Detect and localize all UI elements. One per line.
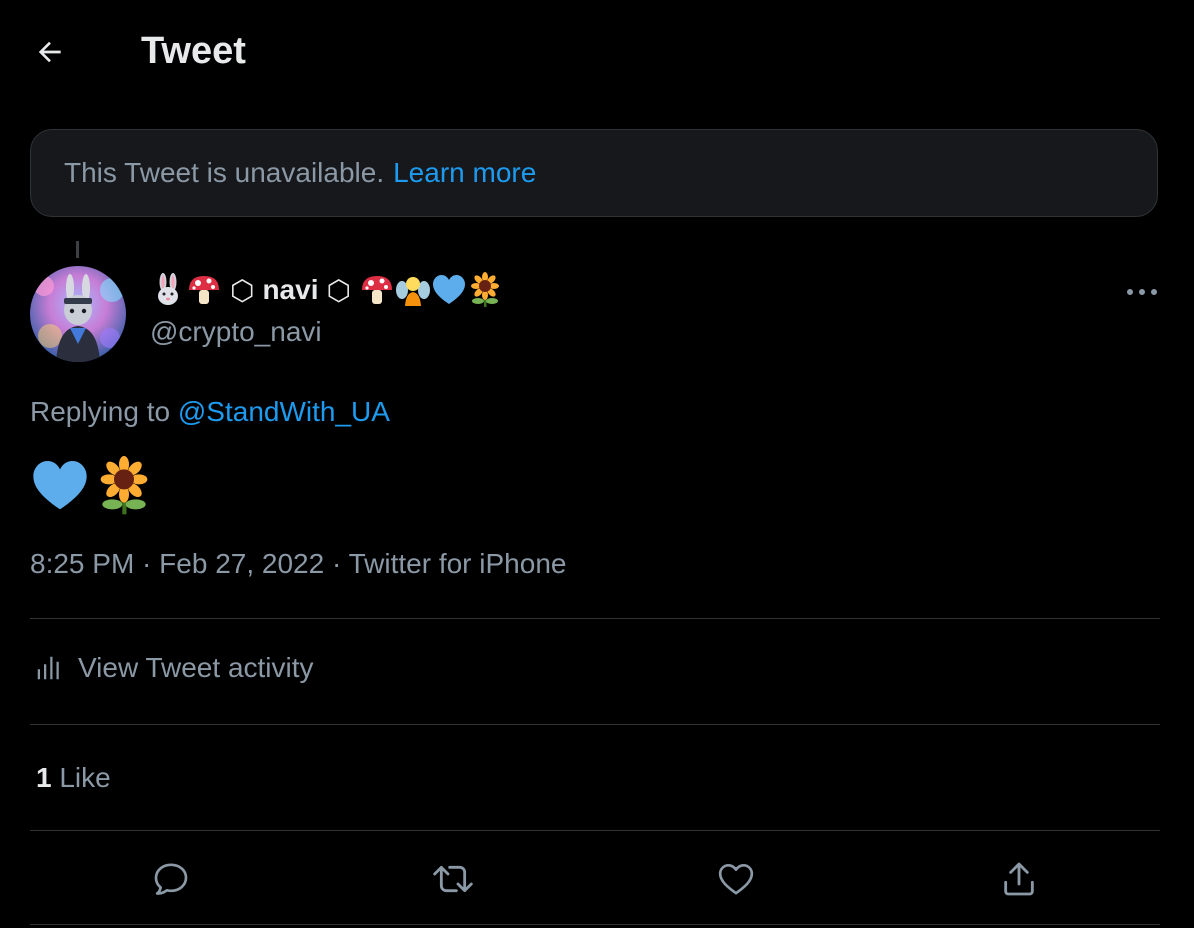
- retweet-button[interactable]: [428, 854, 478, 904]
- page-title: Tweet: [141, 30, 246, 72]
- rabbit-emoji: [158, 273, 178, 305]
- blue-heart-emoji: [33, 461, 87, 510]
- author-display-name: navi: [262, 274, 319, 305]
- like-button[interactable]: [711, 854, 761, 904]
- more-dots-icon: [1127, 289, 1157, 295]
- likes-count-link[interactable]: 1 Like: [36, 762, 111, 794]
- view-tweet-activity-label: View Tweet activity: [78, 652, 314, 683]
- author-name[interactable]: ⬡ navi ⬡: [150, 272, 503, 308]
- tweet-page: Tweet This Tweet is unavailable. Learn m…: [0, 0, 1194, 928]
- name-hexagon-left: ⬡: [230, 274, 255, 306]
- more-options-button[interactable]: [1120, 276, 1164, 308]
- sunflower-emoji: [100, 456, 148, 515]
- sunflower-emoji: [470, 272, 499, 307]
- divider: [30, 924, 1160, 925]
- tweet-content: [30, 456, 154, 516]
- analytics-icon: [37, 656, 59, 680]
- divider: [30, 618, 1160, 619]
- replying-to-mention[interactable]: @StandWith_UA: [178, 396, 390, 427]
- thread-connector-line: [76, 241, 79, 258]
- replying-to-label: Replying to: [30, 396, 171, 427]
- separator: ·: [134, 548, 160, 579]
- name-hexagon-right: ⬡: [326, 274, 351, 306]
- page-header: Tweet: [0, 0, 1194, 104]
- retweet-icon: [433, 865, 473, 893]
- nft-avatar-image: [30, 266, 126, 362]
- fairy-emoji: [395, 277, 430, 306]
- mushroom-emoji: [189, 276, 219, 304]
- avatar[interactable]: [30, 266, 126, 362]
- tweet-time[interactable]: 8:25 PM: [30, 548, 134, 579]
- unavailable-text: This Tweet is unavailable.: [64, 157, 385, 188]
- author-handle[interactable]: @crypto_navi: [150, 316, 322, 348]
- blue-heart-emoji: [432, 275, 465, 304]
- view-tweet-activity-button[interactable]: View Tweet activity: [30, 652, 314, 684]
- like-count: 1: [36, 762, 52, 793]
- arrow-left-icon: [38, 41, 61, 63]
- tweet-timestamp: 8:25 PM · Feb 27, 2022 · Twitter for iPh…: [30, 548, 566, 580]
- mushroom-emoji: [361, 276, 392, 304]
- replying-to: Replying to @StandWith_UA: [30, 396, 390, 428]
- tweet-source[interactable]: Twitter for iPhone: [349, 548, 567, 579]
- share-button[interactable]: [994, 854, 1044, 904]
- learn-more-link[interactable]: Learn more: [393, 157, 536, 189]
- unavailable-notice: This Tweet is unavailable. Learn more: [30, 129, 1158, 217]
- back-button[interactable]: [28, 30, 72, 74]
- divider: [30, 724, 1160, 725]
- divider: [30, 830, 1160, 831]
- reply-icon: [154, 863, 188, 895]
- reply-button[interactable]: [146, 854, 196, 904]
- like-icon: [718, 864, 754, 895]
- tweet-date[interactable]: Feb 27, 2022: [159, 548, 324, 579]
- separator: ·: [324, 548, 349, 579]
- share-icon: [1004, 862, 1034, 896]
- like-label: Like: [59, 762, 111, 793]
